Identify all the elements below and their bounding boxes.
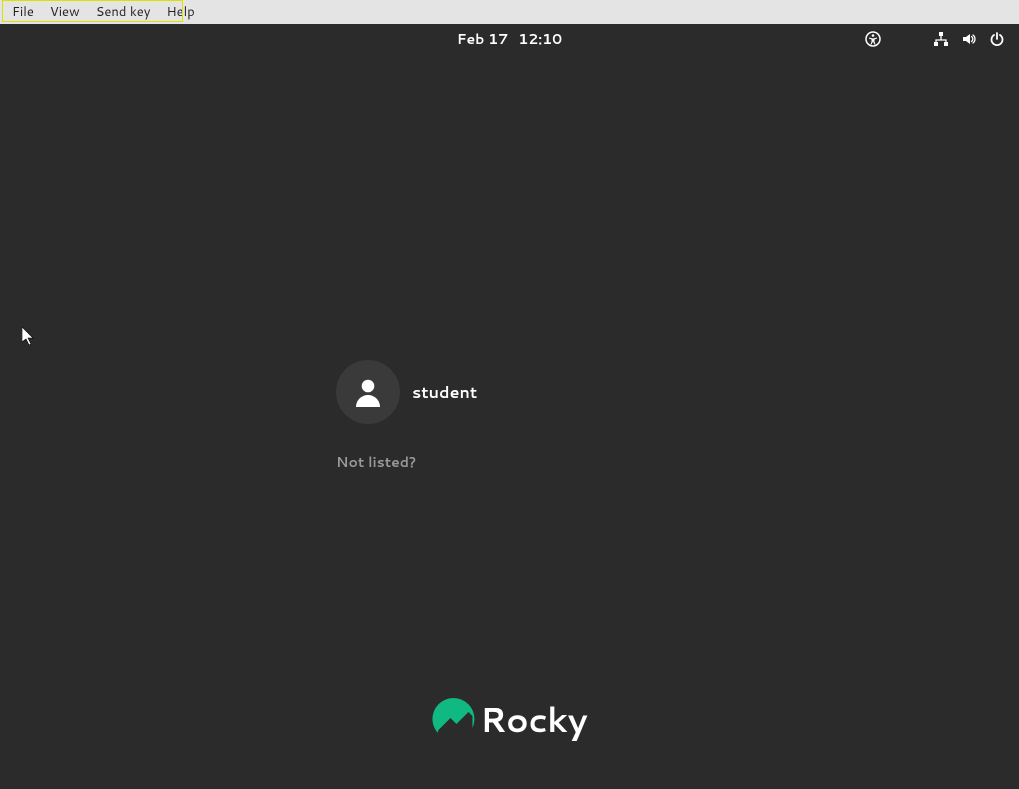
datetime[interactable]: Feb 17 12:10 xyxy=(457,29,562,49)
top-bar: Feb 17 12:10 xyxy=(0,24,1019,54)
power-icon[interactable] xyxy=(989,31,1005,47)
person-icon xyxy=(350,374,386,410)
not-listed-link[interactable]: Not listed? xyxy=(336,452,477,472)
accessibility-icon[interactable] xyxy=(865,31,881,47)
network-icon[interactable] xyxy=(933,31,949,47)
rocky-logo-icon xyxy=(432,698,474,740)
username-label: student xyxy=(412,381,477,404)
avatar xyxy=(336,360,400,424)
menu-send-key[interactable]: Send key xyxy=(88,1,159,23)
desktop: Feb 17 12:10 xyxy=(0,24,1019,789)
menu-view[interactable]: View xyxy=(42,1,88,23)
vm-menubar: File View Send key Help xyxy=(0,0,1019,24)
date-label: Feb 17 xyxy=(457,29,508,49)
menu-help[interactable]: Help xyxy=(158,1,202,23)
system-tray xyxy=(865,31,1005,47)
rocky-logo: Rocky xyxy=(432,695,587,743)
user-entry[interactable]: student xyxy=(336,360,477,424)
menu-file[interactable]: File xyxy=(4,1,42,23)
volume-icon[interactable] xyxy=(961,31,977,47)
login-area: student Not listed? xyxy=(336,360,477,472)
time-label: 12:10 xyxy=(518,29,562,49)
mouse-cursor xyxy=(22,327,36,347)
rocky-logo-text: Rocky xyxy=(480,695,587,743)
